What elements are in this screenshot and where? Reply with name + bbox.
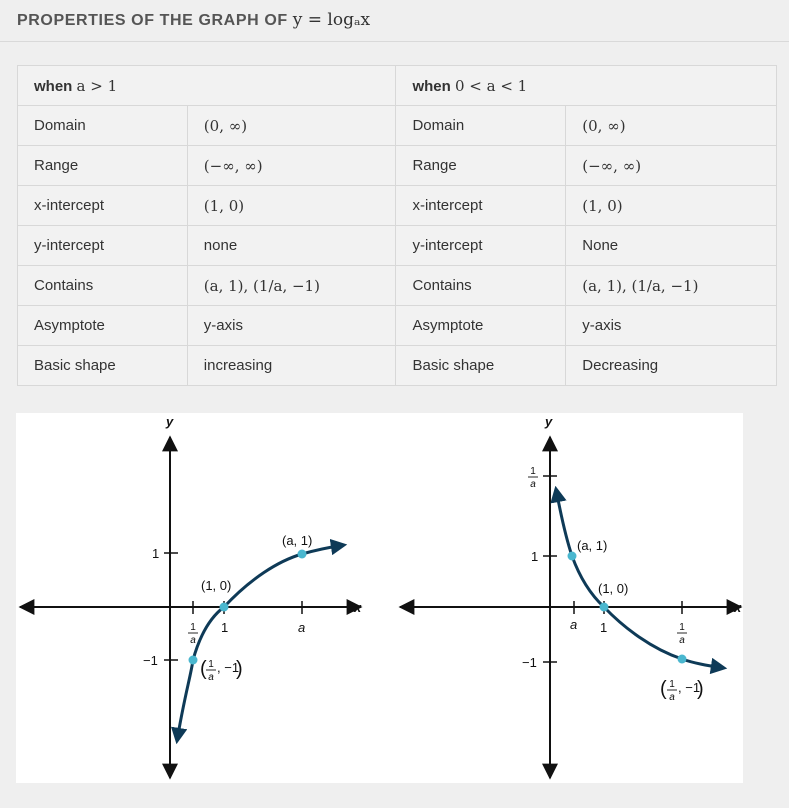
property-label: y-intercept [395, 225, 567, 266]
header-math: 0 < a < 1 [454, 76, 528, 95]
svg-text:a: a [669, 692, 675, 703]
svg-text:): ) [697, 678, 704, 700]
left-log-curve [170, 538, 348, 745]
table-row: Contains (a, 1), (1/a, −1) Contains (a, 1),… [17, 265, 777, 306]
property-value-a-gt-1: y-axis [186, 305, 397, 346]
svg-text:a: a [208, 672, 214, 683]
svg-text:1: 1 [669, 679, 675, 690]
property-value-a-gt-1: increasing [186, 345, 397, 386]
right-y-axis-label: y [544, 414, 553, 429]
property-value-a-lt-1: (−∞, ∞) [565, 145, 777, 186]
left-xtick-label-1a: 1 [190, 622, 196, 633]
header-a-between-0-1: when 0 < a < 1 [395, 65, 777, 106]
property-label: Contains [395, 265, 567, 306]
property-value-a-gt-1: (−∞, ∞) [186, 145, 397, 186]
property-value-a-lt-1: None [565, 225, 777, 266]
right-point-a1 [567, 551, 577, 561]
graph-right: y x 1 a 1 −1 a 1 1 a (a, 1) (1, 0) (1 a… [398, 414, 743, 780]
property-label: Range [395, 145, 567, 186]
svg-text:): ) [236, 658, 243, 680]
header-prefix: when [412, 77, 455, 95]
table-row: y-intercept none y-intercept None [17, 225, 777, 266]
right-x-axis-label: x [733, 600, 742, 615]
svg-text:a: a [530, 479, 536, 490]
right-ytick-label-1: 1 [531, 549, 538, 564]
graphs-svg: y x 1 −1 1 a 1 a (a, 1) (1, 0) (1 a , −… [18, 414, 743, 780]
left-x-axis-label: x [353, 600, 362, 615]
table-row: Domain (0, ∞) Domain (0, ∞) [17, 105, 777, 146]
property-value-a-lt-1: (0, ∞) [565, 105, 777, 146]
left-ytick-label-neg1: −1 [143, 653, 158, 668]
right-ytick-label-neg1: −1 [522, 655, 537, 670]
property-value-a-gt-1: none [186, 225, 397, 266]
page-title-text: PROPERTIES OF THE GRAPH OF [17, 12, 293, 29]
left-y-axis-label: y [165, 414, 174, 429]
property-label: Domain [17, 105, 188, 146]
left-xtick-label-1a-den: a [190, 635, 196, 646]
property-value-a-lt-1: y-axis [565, 305, 777, 346]
right-log-curve [550, 485, 728, 675]
property-label: Basic shape [395, 345, 567, 386]
title-bar: PROPERTIES OF THE GRAPH OF y = logₐx [0, 0, 789, 42]
right-ytick-label-1a: 1 a [528, 466, 538, 490]
property-value-a-gt-1: (0, ∞) [186, 105, 397, 146]
property-label: y-intercept [17, 225, 188, 266]
header-a-greater-1: when a > 1 [16, 65, 397, 106]
left-point-a1 [297, 549, 307, 559]
right-point-1a-neg1-label: ( 1 a , −1 ) [660, 678, 704, 703]
svg-text:1: 1 [530, 466, 536, 477]
left-point-a1-label: (a, 1) [282, 533, 312, 548]
property-label: Range [17, 145, 188, 186]
left-point-10-label: (1, 0) [201, 578, 231, 593]
header-math: a > 1 [76, 76, 118, 95]
right-point-1a-neg1 [677, 654, 687, 664]
left-xtick-label-a: a [298, 620, 305, 635]
property-label: Asymptote [395, 305, 567, 346]
svg-text:1: 1 [208, 659, 214, 670]
left-point-1a-neg1 [188, 655, 198, 665]
property-label: Asymptote [17, 305, 188, 346]
graph-left: y x 1 −1 1 a 1 a (a, 1) (1, 0) (1 a , −… [18, 414, 363, 780]
svg-text:(: ( [200, 658, 207, 680]
property-value-a-lt-1: (1, 0) [565, 185, 777, 226]
right-xtick-label-1: 1 [600, 620, 607, 635]
properties-table: when a > 1 when 0 < a < 1 Domain (0, ∞) Do… [16, 65, 777, 386]
left-ytick-label-1: 1 [152, 546, 159, 561]
graphs-panel: y x 1 −1 1 a 1 a (a, 1) (1, 0) (1 a , −… [16, 413, 743, 783]
property-value-a-lt-1: Decreasing [565, 345, 777, 386]
left-xtick-label-1: 1 [221, 620, 228, 635]
page-title: PROPERTIES OF THE GRAPH OF y = logₐx [17, 10, 370, 30]
svg-text:a: a [679, 635, 685, 646]
svg-text:1: 1 [679, 622, 685, 633]
right-point-10-label: (1, 0) [598, 581, 628, 596]
right-xtick-label-a: a [570, 617, 577, 632]
property-value-a-lt-1: (a, 1), (1/a, −1) [565, 265, 777, 306]
right-point-a1-label: (a, 1) [577, 538, 607, 553]
table-row: Range (−∞, ∞) Range (−∞, ∞) [17, 145, 777, 186]
table-row: Asymptote y-axis Asymptote y-axis [17, 305, 777, 346]
property-label: Domain [395, 105, 567, 146]
property-label: x-intercept [395, 185, 567, 226]
svg-text:(: ( [660, 678, 667, 700]
page-title-math: y = logₐx [292, 10, 371, 30]
table-row: x-intercept (1, 0) x-intercept (1, 0) [17, 185, 777, 226]
header-prefix: when [34, 77, 77, 95]
right-point-10 [599, 602, 609, 612]
left-point-10 [219, 602, 229, 612]
property-value-a-gt-1: (1, 0) [186, 185, 397, 226]
property-label: Contains [17, 265, 188, 306]
property-value-a-gt-1: (a, 1), (1/a, −1) [186, 265, 397, 306]
table-header-row: when a > 1 when 0 < a < 1 [16, 65, 777, 106]
property-label: Basic shape [17, 345, 188, 386]
left-point-1a-neg1-label: ( 1 a , −1 ) [200, 658, 243, 683]
property-label: x-intercept [17, 185, 188, 226]
right-xtick-label-1a: 1 a [677, 622, 687, 646]
table-row: Basic shape increasing Basic shape Decreasi… [17, 345, 777, 386]
